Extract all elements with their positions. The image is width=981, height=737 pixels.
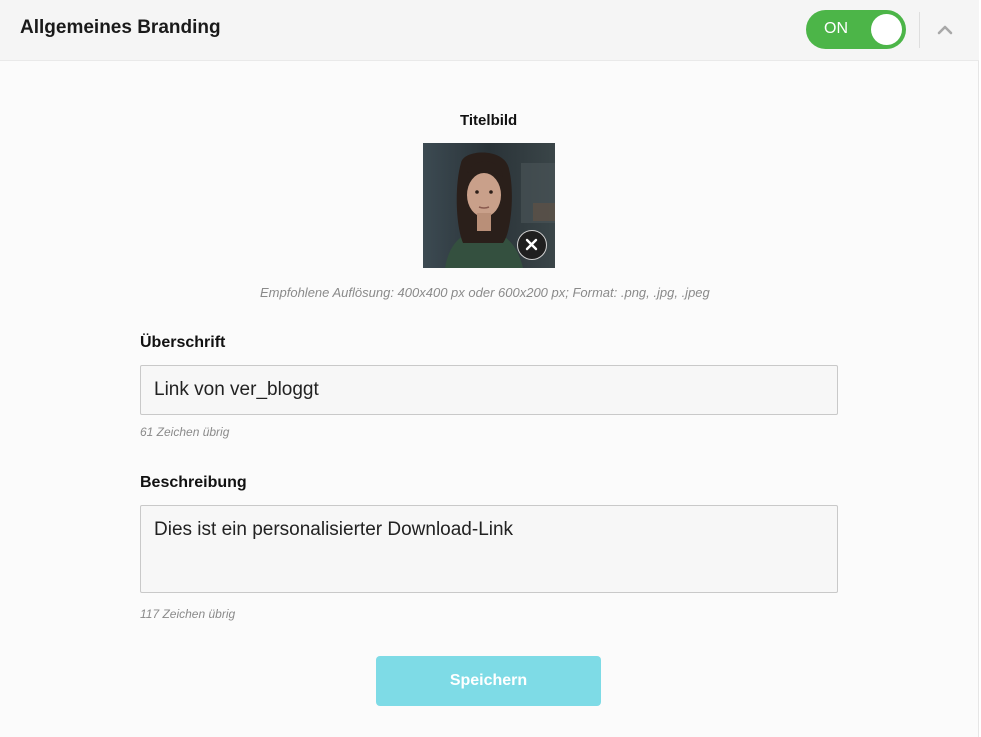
- headline-char-count: 61 Zeichen übrig: [140, 425, 230, 439]
- save-button[interactable]: Speichern: [376, 656, 601, 706]
- branding-toggle[interactable]: ON: [806, 10, 906, 49]
- image-section-label: Titelbild: [460, 112, 518, 129]
- close-icon: [525, 238, 538, 251]
- toggle-label: ON: [824, 20, 848, 37]
- headline-input[interactable]: Link von ver_bloggt: [140, 365, 838, 415]
- collapse-button[interactable]: [932, 18, 958, 42]
- headline-label: Überschrift: [140, 334, 226, 351]
- description-textarea[interactable]: Dies ist ein personalisierter Download-L…: [140, 505, 838, 593]
- branding-panel: Allgemeines Branding ON Titelbild Empfoh…: [0, 0, 979, 737]
- chevron-up-icon: [937, 25, 953, 35]
- remove-image-button[interactable]: [517, 230, 547, 260]
- description-char-count: 117 Zeichen übrig: [140, 607, 236, 621]
- panel-title: Allgemeines Branding: [20, 17, 221, 38]
- image-resolution-hint: Empfohlene Auflösung: 400x400 px oder 60…: [260, 285, 710, 300]
- toggle-knob: [871, 14, 902, 45]
- header-divider: [919, 12, 920, 48]
- description-label: Beschreibung: [140, 474, 247, 491]
- panel-header: Allgemeines Branding ON: [0, 0, 979, 61]
